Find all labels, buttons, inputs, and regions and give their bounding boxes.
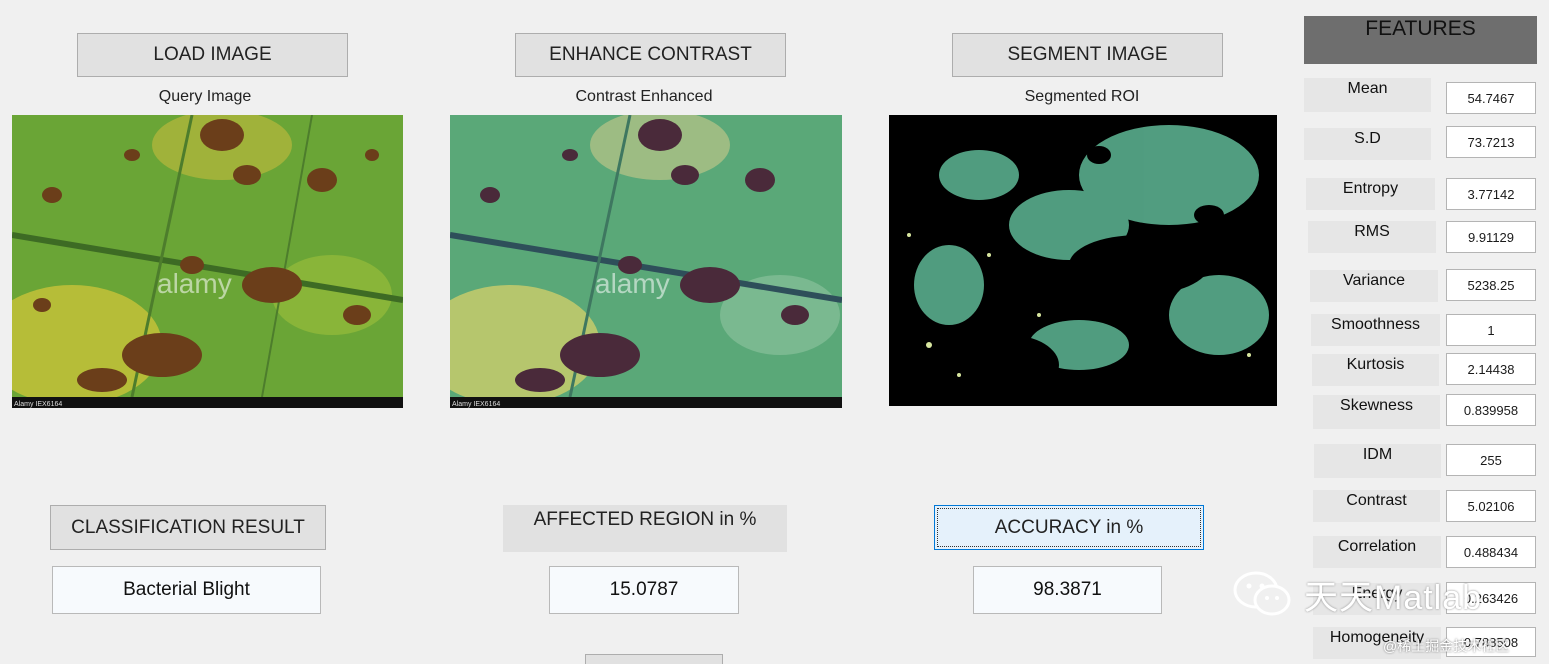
feature-label-rms: RMS	[1308, 221, 1436, 253]
feature-label-idm: IDM	[1314, 444, 1441, 478]
feature-label-entropy: Entropy	[1306, 178, 1435, 210]
affected-region-button[interactable]: AFFECTED REGION in %	[503, 505, 787, 552]
feature-label-skewness: Skewness	[1313, 395, 1440, 429]
feature-label-contrast: Contrast	[1313, 490, 1440, 522]
features-title: FEATURES	[1304, 16, 1537, 64]
segmented-roi-caption: Segmented ROI	[1024, 88, 1140, 105]
feature-value-contrast: 5.02106	[1446, 490, 1536, 522]
image-strip-label: Alamy IEX6164	[14, 401, 62, 408]
contrast-enhanced-caption: Contrast Enhanced	[575, 88, 713, 105]
feature-value-kurtosis: 2.14438	[1446, 353, 1536, 385]
watermark-brand: 天天Matlab	[1304, 578, 1483, 617]
query-image: alamy Alamy IEX6164	[12, 115, 403, 408]
feature-value-smoothness: 1	[1446, 314, 1536, 346]
partial-button[interactable]	[585, 654, 723, 664]
feature-label-kurtosis: Kurtosis	[1312, 354, 1439, 386]
feature-label-correlation: Correlation	[1313, 536, 1441, 568]
segment-image-button[interactable]: SEGMENT IMAGE	[952, 33, 1223, 77]
feature-value-entropy: 3.77142	[1446, 178, 1536, 210]
classification-result-button[interactable]: CLASSIFICATION RESULT	[50, 505, 326, 550]
affected-region-field: 15.0787	[549, 566, 739, 614]
accuracy-field: 98.3871	[973, 566, 1162, 614]
feature-value-idm: 255	[1446, 444, 1536, 476]
feature-value-mean: 54.7467	[1446, 82, 1536, 114]
classification-result-field: Bacterial Blight	[52, 566, 321, 614]
feature-value-sd: 73.7213	[1446, 126, 1536, 158]
contrast-enhanced-image: alamy Alamy IEX6164	[450, 115, 842, 408]
watermark-credit: @稀土掘金技术社区	[1383, 638, 1510, 654]
segmented-roi-image	[889, 115, 1277, 406]
feature-value-rms: 9.91129	[1446, 221, 1536, 253]
enhance-contrast-button[interactable]: ENHANCE CONTRAST	[515, 33, 786, 77]
image-strip-label: Alamy IEX6164	[452, 401, 500, 408]
watermark: 天天Matlab	[1232, 566, 1532, 622]
load-image-button[interactable]: LOAD IMAGE	[77, 33, 348, 77]
feature-label-mean: Mean	[1304, 78, 1431, 112]
feature-label-variance: Variance	[1310, 270, 1438, 302]
feature-label-smoothness: Smoothness	[1311, 314, 1440, 346]
wechat-icon	[1233, 571, 1291, 616]
feature-value-correlation: 0.488434	[1446, 536, 1536, 568]
feature-label-sd: S.D	[1304, 128, 1431, 160]
alamy-watermark: alamy	[595, 268, 670, 299]
feature-value-variance: 5238.25	[1446, 269, 1536, 301]
accuracy-button[interactable]: ACCURACY in %	[934, 505, 1204, 550]
query-image-caption: Query Image	[158, 88, 252, 105]
feature-value-skewness: 0.839958	[1446, 394, 1536, 426]
alamy-watermark: alamy	[157, 268, 232, 299]
